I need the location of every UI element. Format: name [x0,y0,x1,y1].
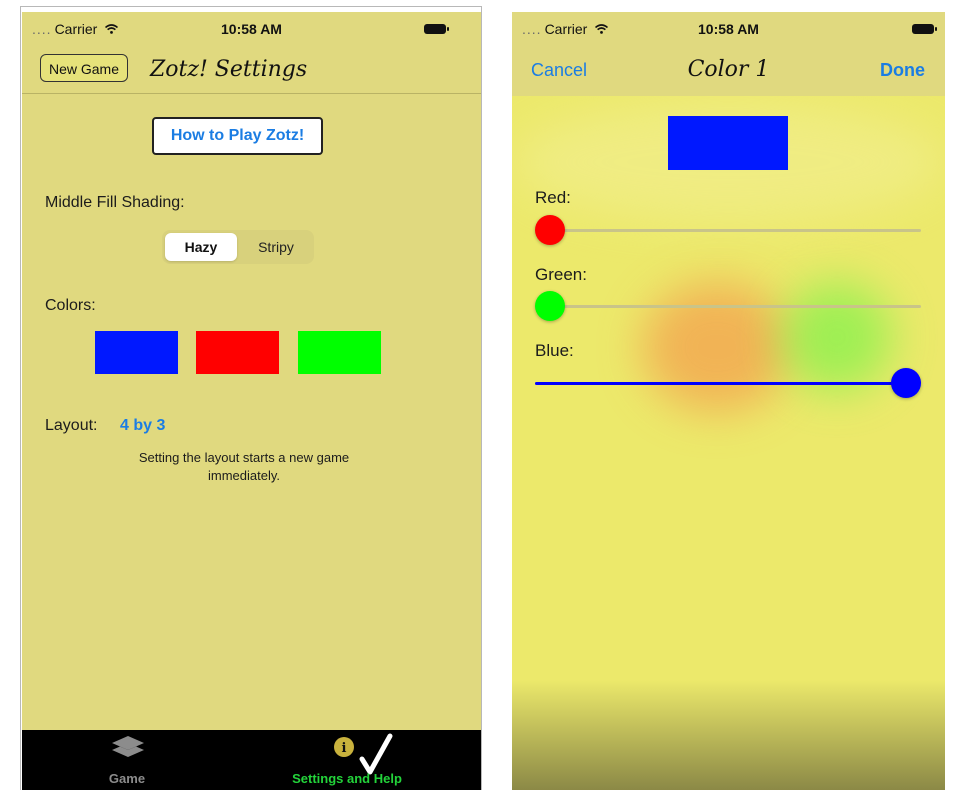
red-slider-knob[interactable] [535,215,565,245]
layout-value-link[interactable]: 4 by 3 [120,417,165,435]
frame-left-line [20,6,21,790]
color-swatch-2[interactable] [196,331,279,374]
color-swatch-3[interactable] [298,331,381,374]
blue-slider[interactable] [535,368,921,400]
tab-game-label: Game [108,771,146,786]
colors-label: Colors: [45,297,96,314]
segment-hazy[interactable]: Hazy [165,233,237,261]
tab-settings-and-help[interactable]: i Settings and Help [272,730,422,790]
navigation-bar-right: Cancel Color 1 Done [512,46,945,96]
new-game-button[interactable]: New Game [40,54,128,82]
color-picker-screen: .... Carrier 10:58 AM Cancel Color 1 Done… [512,12,945,790]
red-slider-label: Red: [535,188,571,207]
shading-segmented-control: Hazy Stripy [162,230,314,264]
color-swatch-1[interactable] [95,331,178,374]
battery-icon [912,24,937,34]
segment-stripy[interactable]: Stripy [241,233,311,261]
green-slider-knob[interactable] [535,291,565,321]
status-time-right: 10:58 AM [698,21,759,37]
background-bottom-shade [512,680,945,790]
stacked-layers-icon [112,736,144,757]
battery-icon [424,24,449,34]
red-slider[interactable] [535,215,921,247]
status-time: 10:58 AM [221,21,282,37]
how-to-play-button[interactable]: How to Play Zotz! [152,117,323,155]
green-slider-label: Green: [535,265,587,284]
info-checkmark-icon: i [334,733,393,775]
blue-slider-fill [535,382,906,385]
frame-top-line [20,6,482,7]
done-button[interactable]: Done [880,60,925,81]
page-title: Zotz! Settings [150,57,308,82]
settings-screen: .... Carrier 10:58 AM New Game Zotz! Sett… [22,12,481,790]
red-slider-track [535,229,921,232]
tab-settings-label: Settings and Help [292,771,402,786]
shading-label: Middle Fill Shading: [45,194,185,211]
green-slider[interactable] [535,291,921,323]
tab-bar: Game i Settings and Help [22,730,481,790]
green-slider-track [535,305,921,308]
tab-game[interactable]: Game [82,730,172,790]
blue-slider-label: Blue: [535,341,574,360]
svg-text:i: i [342,741,347,756]
status-bar-right: .... Carrier 10:58 AM [512,12,945,46]
frame-right-line [481,6,482,790]
blue-slider-knob[interactable] [891,368,921,398]
status-bar: .... Carrier 10:58 AM [22,12,481,46]
navigation-bar: New Game Zotz! Settings [22,46,481,94]
layout-note: Setting the layout starts a new game imm… [138,450,350,483]
layout-label: Layout: [45,417,98,434]
color-preview-swatch [668,116,788,170]
